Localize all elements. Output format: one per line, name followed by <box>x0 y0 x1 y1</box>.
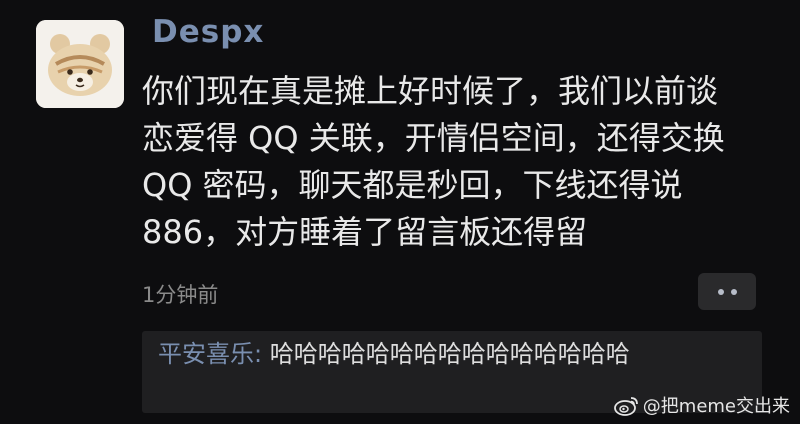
post-line: 886，对方睡着了留言板还得留 <box>142 213 588 251</box>
comment: 平安喜乐: 哈哈哈哈哈哈哈哈哈哈哈哈哈哈哈 <box>158 337 758 372</box>
dot-icon <box>717 288 724 295</box>
dot-icon <box>730 288 737 295</box>
avatar[interactable] <box>36 20 124 108</box>
watermark: @把meme交出来 <box>613 392 790 418</box>
post-body: 你们现在真是摊上好时候了，我们以前谈 恋爱得 QQ 关联，开情侣空间，还得交换 … <box>142 68 762 256</box>
weibo-icon <box>613 397 638 416</box>
bear-avatar-icon <box>36 20 124 108</box>
post-line: QQ 密码，聊天都是秒回，下线还得说 <box>142 166 683 204</box>
post-line: 恋爱得 QQ 关联，开情侣空间，还得交换 <box>142 119 725 157</box>
watermark-text: @把meme交出来 <box>642 396 790 417</box>
post-line: 你们现在真是摊上好时候了，我们以前谈 <box>142 72 719 110</box>
post-timestamp: 1分钟前 <box>142 283 219 307</box>
comment-text: 哈哈哈哈哈哈哈哈哈哈哈哈哈哈哈 <box>269 340 630 368</box>
more-options-button[interactable] <box>698 273 756 310</box>
username[interactable]: Despx <box>152 14 264 50</box>
comment-author[interactable]: 平安喜乐: <box>158 340 262 368</box>
